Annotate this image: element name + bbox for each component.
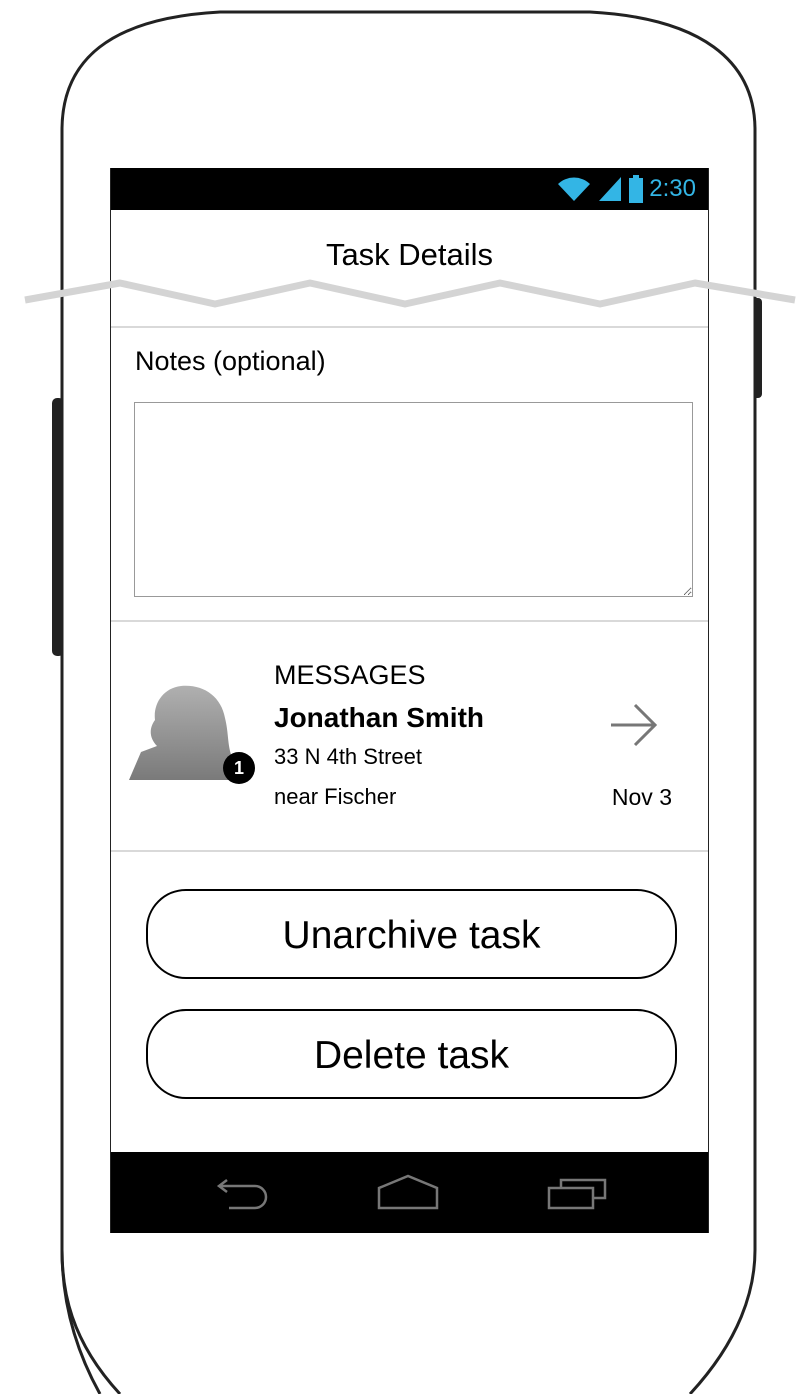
cut-line (24, 279, 796, 308)
